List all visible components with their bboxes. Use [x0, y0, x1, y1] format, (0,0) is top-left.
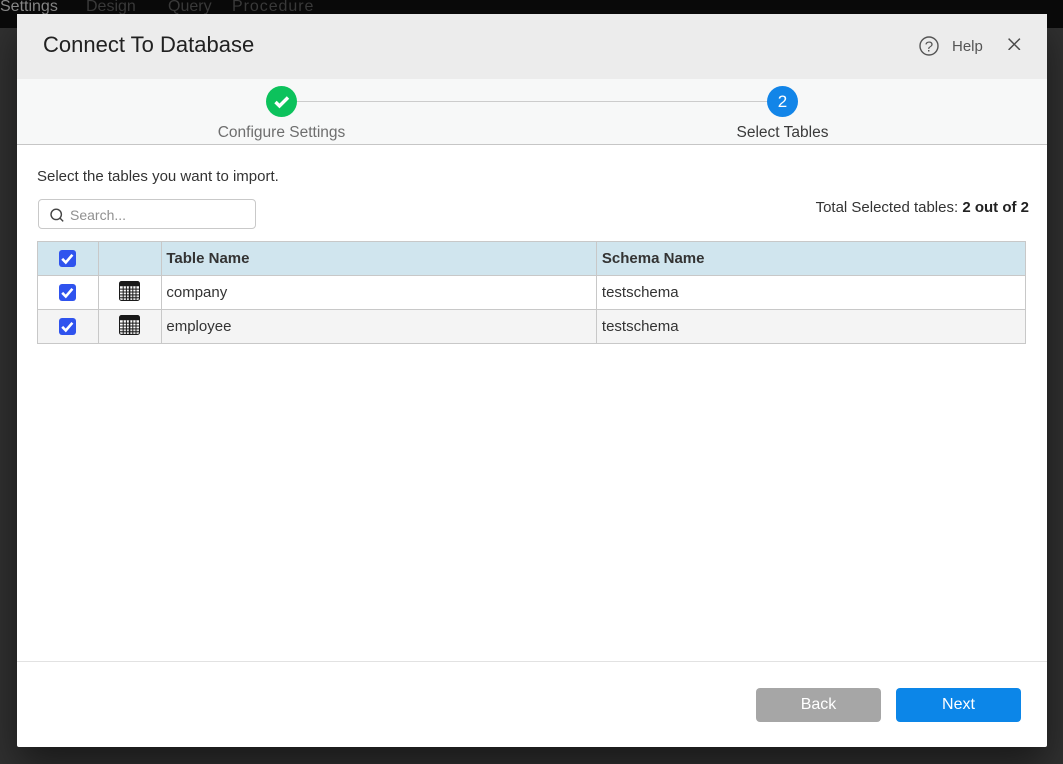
svg-text:?: ?: [925, 39, 933, 56]
